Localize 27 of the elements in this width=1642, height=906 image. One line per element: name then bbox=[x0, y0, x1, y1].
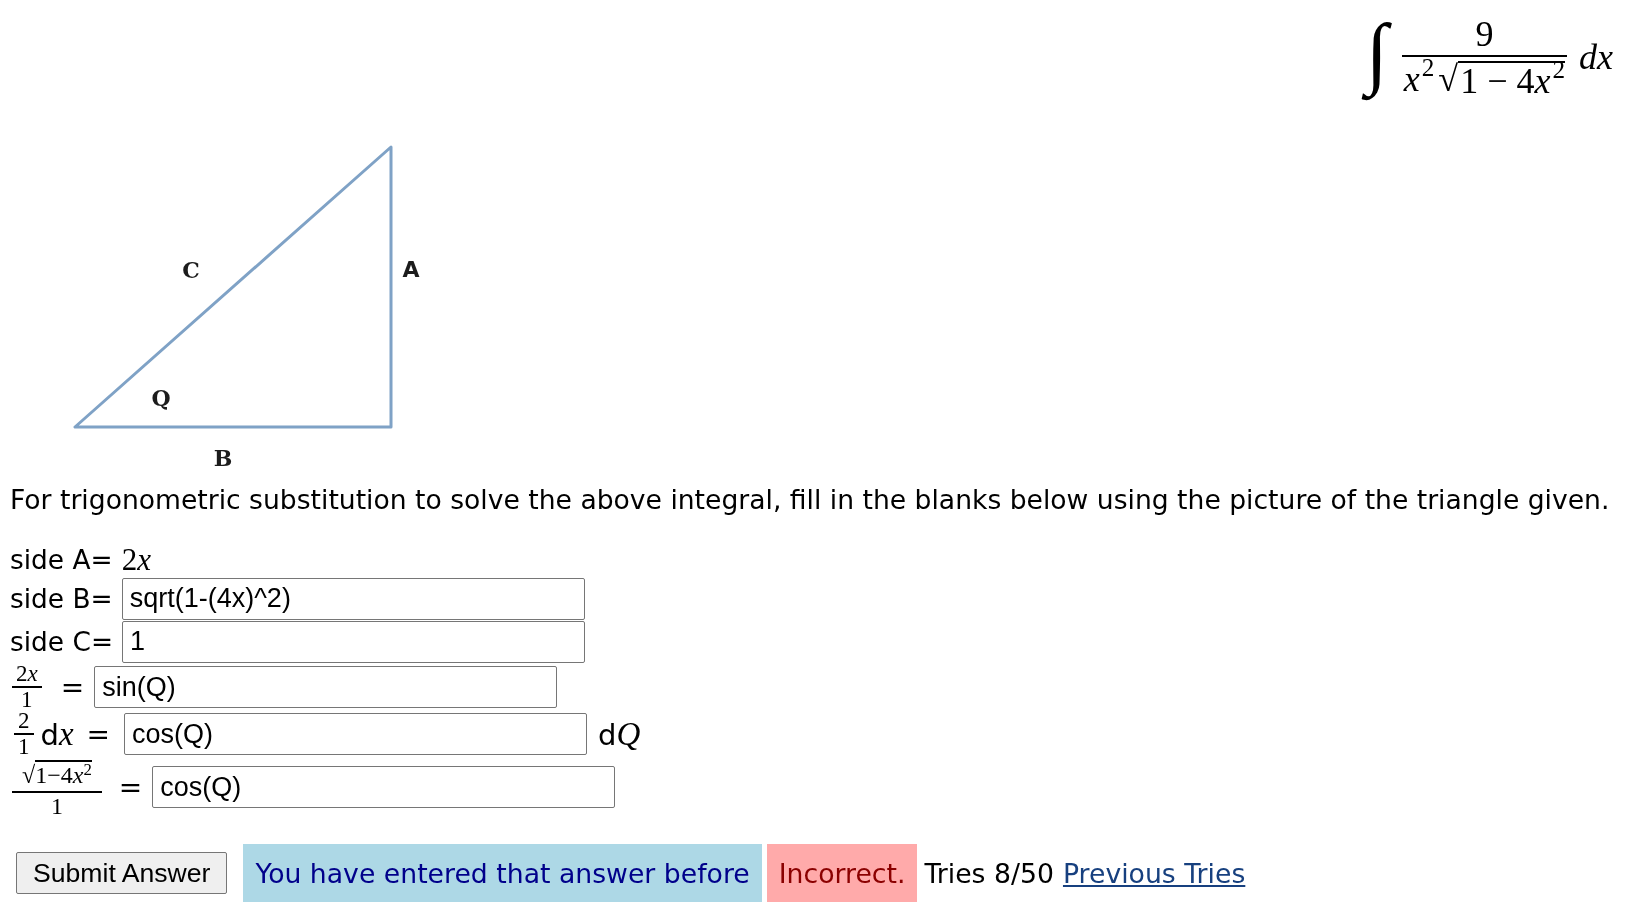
tries-counter: Tries 8/50 bbox=[924, 857, 1054, 889]
submit-button[interactable]: Submit Answer bbox=[16, 852, 228, 894]
field-label: side A= bbox=[10, 544, 113, 575]
field-label: side B= bbox=[10, 583, 113, 614]
angle-label: Q bbox=[151, 387, 171, 409]
previous-tries-link[interactable]: Previous Tries bbox=[1062, 857, 1246, 889]
equals-sign: = bbox=[60, 670, 85, 704]
differential: dx bbox=[40, 715, 74, 753]
answer-field[interactable]: 1 bbox=[122, 620, 585, 663]
feedback-message: You have entered that answer before bbox=[243, 844, 762, 902]
side-label: A bbox=[402, 259, 420, 281]
feedback-message: Incorrect. bbox=[766, 844, 918, 902]
side-label: C bbox=[182, 259, 200, 281]
differential: dQ bbox=[598, 715, 641, 753]
answer-field[interactable]: cos(Q) bbox=[152, 766, 616, 808]
math-fraction: √1−4x$^{2}$ 1 bbox=[12, 757, 102, 817]
math-fraction: 2 1 bbox=[14, 711, 34, 757]
answer-field[interactable]: sin(Q) bbox=[94, 666, 558, 708]
equals-sign: = bbox=[86, 717, 111, 751]
side-label: B bbox=[213, 447, 233, 469]
answer-field[interactable]: cos(Q) bbox=[124, 713, 588, 755]
answer-field[interactable]: sqrt(1-(4x)^2) bbox=[121, 577, 585, 620]
equals-sign: = bbox=[118, 770, 143, 804]
field-label: side C= bbox=[10, 626, 113, 657]
instructions-text: For trigonometric substitution to solve the above integral, fill in the blanks below using the picture of the triangle given. bbox=[10, 485, 1611, 515]
math-fraction: 2x 1 bbox=[12, 664, 42, 710]
math-expression: 2x bbox=[121, 541, 151, 578]
